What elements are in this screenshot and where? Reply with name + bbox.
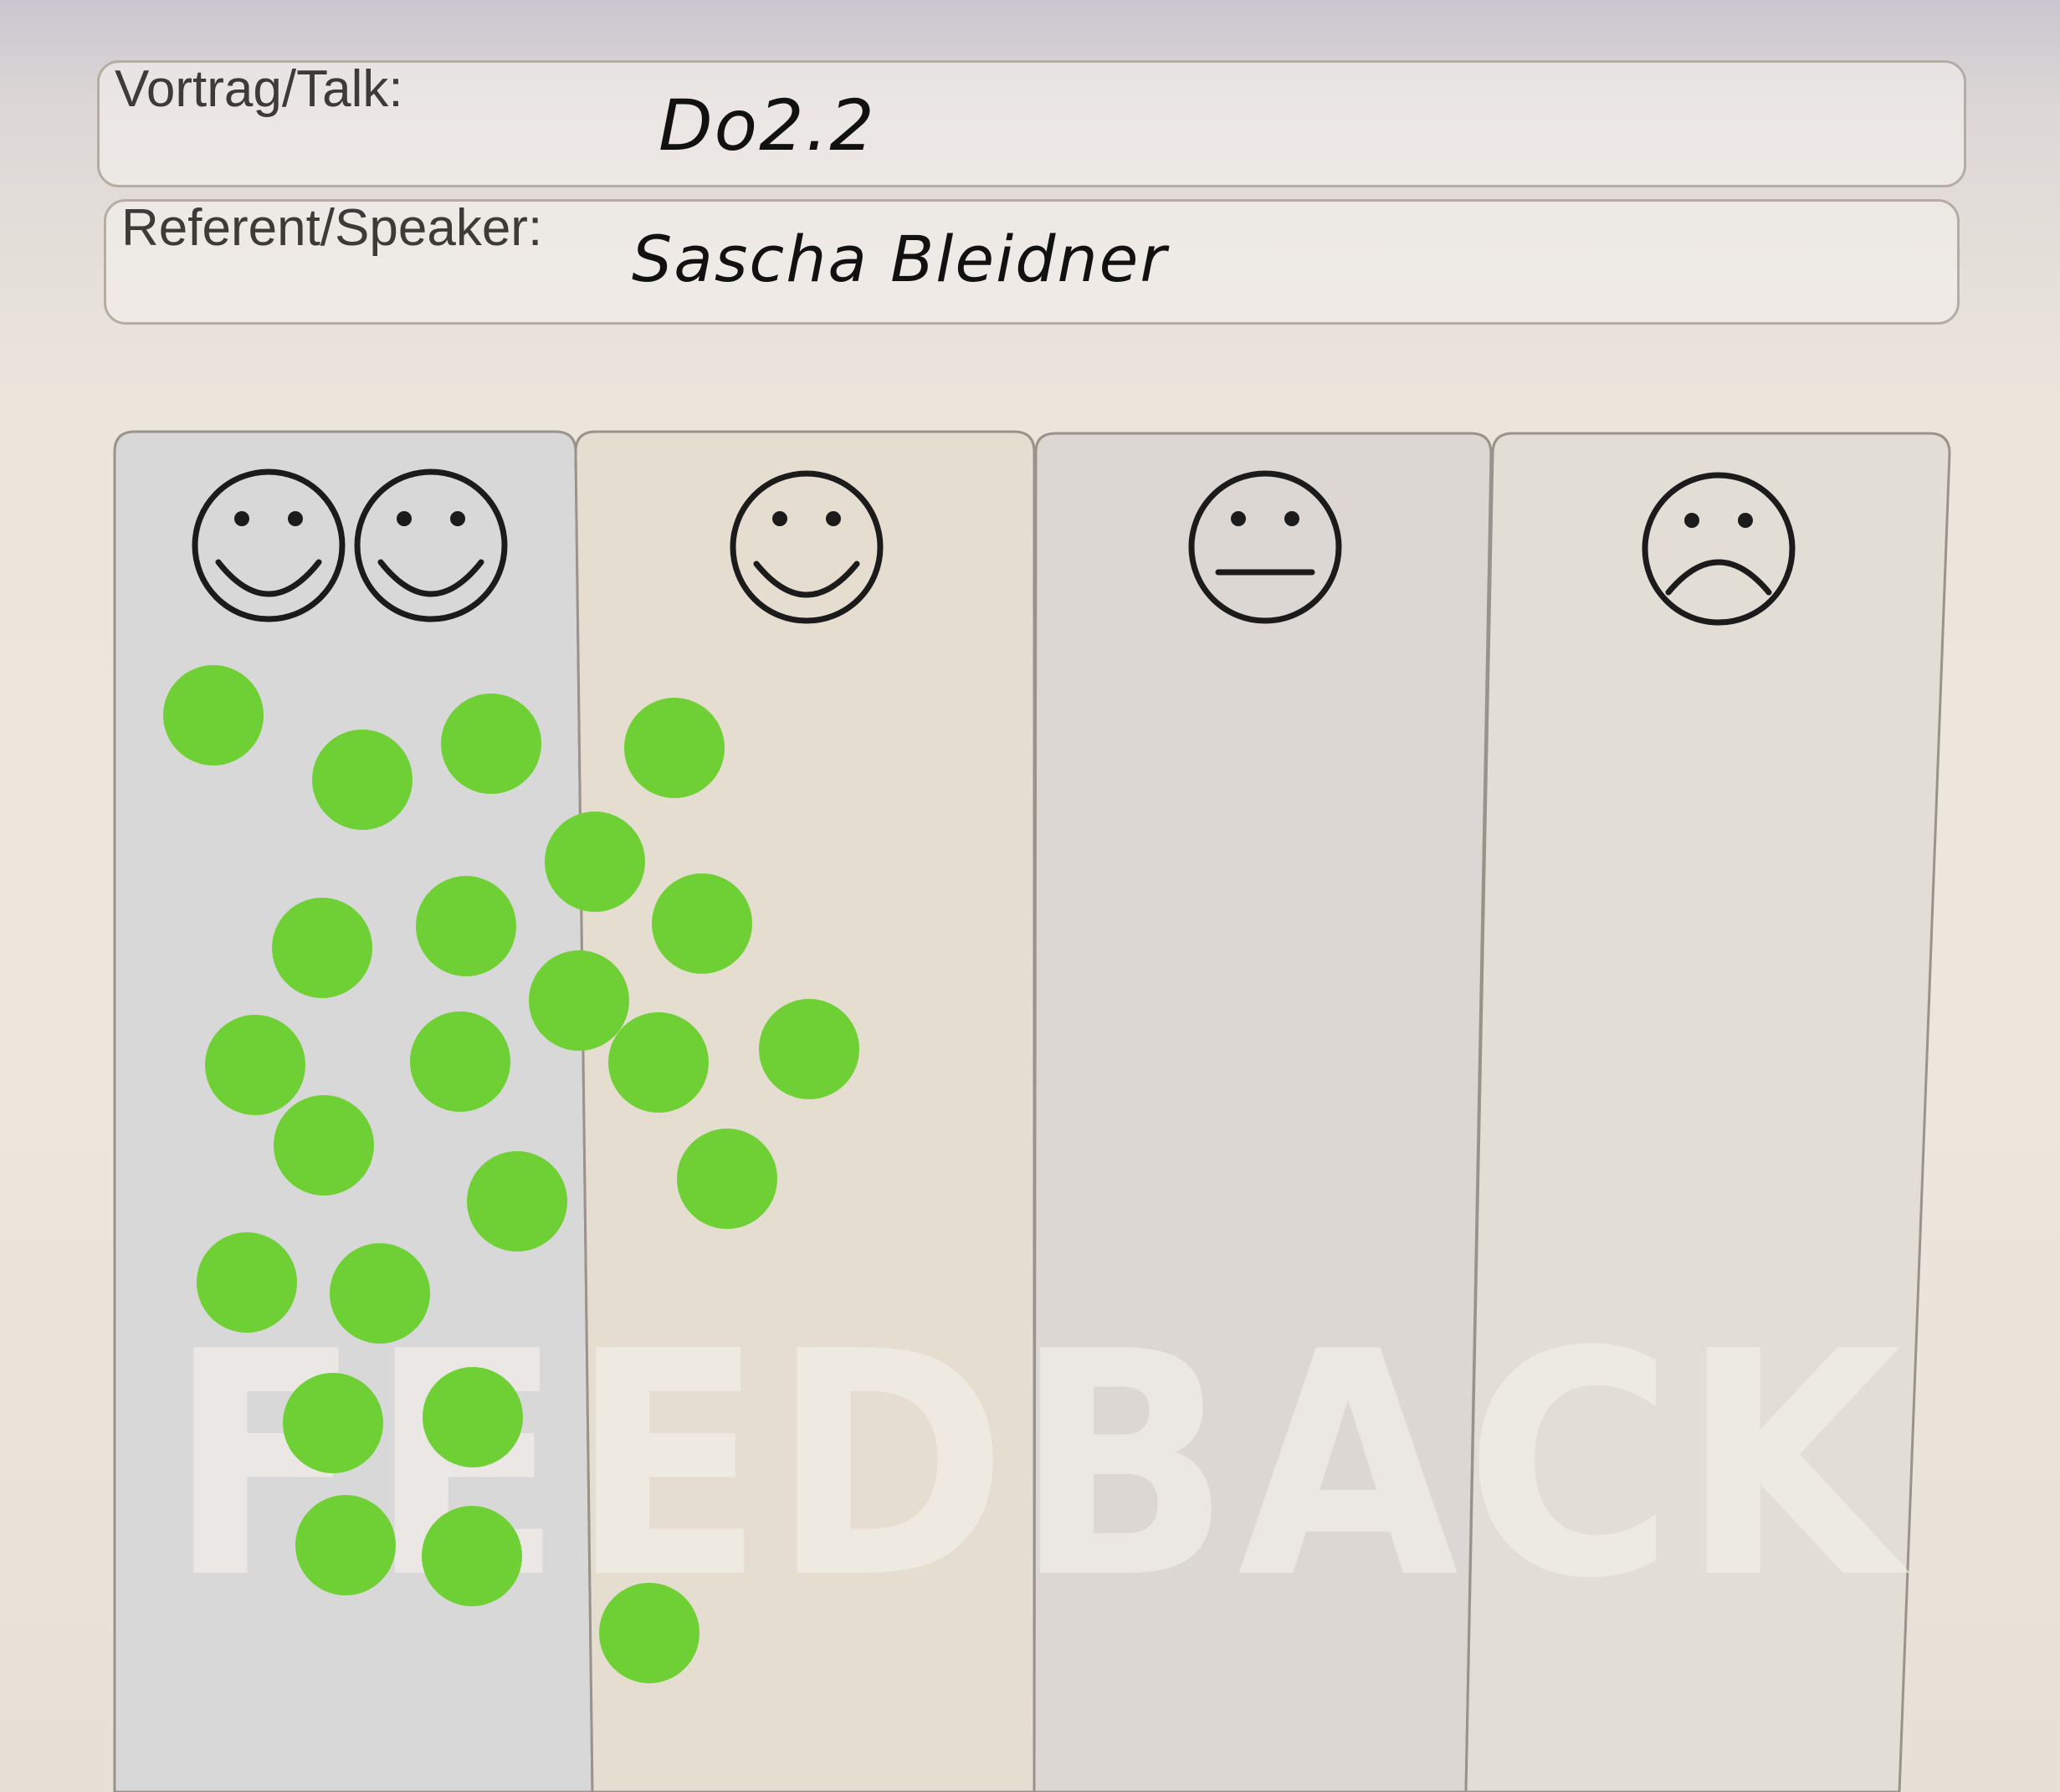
green-vote-dot	[205, 1015, 305, 1115]
green-vote-dot	[529, 950, 629, 1051]
green-vote-dot	[423, 1367, 523, 1467]
green-vote-dot	[422, 1506, 522, 1606]
green-vote-dot	[759, 999, 859, 1099]
feedback-watermark: FEEDBACK	[167, 1287, 1912, 1646]
green-vote-dot	[197, 1232, 297, 1333]
feedback-board: FEEDBACK	[113, 430, 1951, 1792]
green-vote-dot	[467, 1151, 567, 1252]
green-vote-dot	[599, 1583, 699, 1683]
green-vote-dot	[624, 698, 725, 798]
green-vote-dot	[441, 694, 541, 794]
green-vote-dot	[295, 1495, 396, 1595]
green-vote-dot	[312, 730, 413, 830]
green-vote-dot	[677, 1129, 777, 1229]
green-vote-dot	[410, 1011, 510, 1112]
green-vote-dot	[545, 812, 645, 912]
green-vote-dot	[652, 873, 752, 974]
green-vote-dot	[608, 1012, 709, 1113]
green-vote-dot	[330, 1243, 430, 1344]
green-vote-dot	[272, 898, 372, 998]
green-vote-dot	[163, 665, 264, 765]
green-vote-dot	[274, 1095, 374, 1196]
green-vote-dot	[283, 1373, 383, 1473]
green-vote-dot	[416, 876, 516, 976]
